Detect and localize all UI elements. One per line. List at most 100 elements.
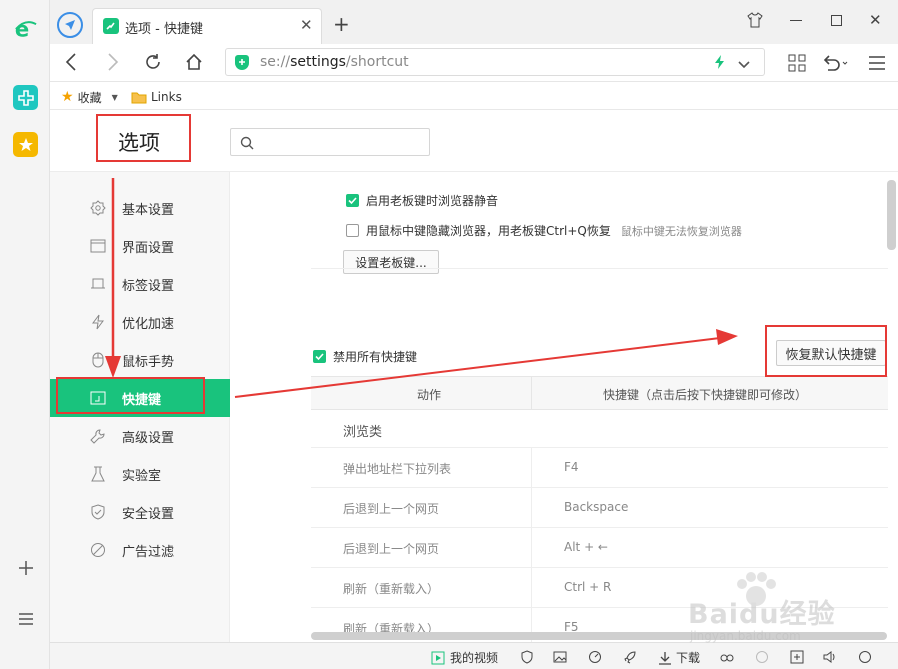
app-plus-icon[interactable] <box>13 85 38 110</box>
middle-click-hide-checkbox[interactable] <box>346 224 359 237</box>
menu-icon[interactable] <box>869 56 885 74</box>
folder-icon <box>131 92 147 103</box>
boss-mute-option[interactable]: 启用老板键时浏览器静音 <box>346 192 498 209</box>
my-video-button[interactable]: 我的视频 <box>431 649 498 666</box>
block-icon <box>91 543 105 557</box>
set-boss-key-button[interactable]: 设置老板键... <box>343 250 439 274</box>
sidebar-item-optimize[interactable]: 优化加速 <box>50 303 230 341</box>
row-shortcut-key[interactable]: Ctrl + R <box>564 580 611 594</box>
sidebar-item-security[interactable]: 安全设置 <box>50 493 230 531</box>
table-row[interactable]: 刷新（重新载入） Ctrl + R <box>311 568 888 608</box>
flask-icon <box>91 466 105 482</box>
sidebar-item-mouse-gesture[interactable]: 鼠标手势 <box>50 341 230 379</box>
address-url: se://settings/shortcut <box>260 54 409 70</box>
sidebar-item-label: 基本设置 <box>122 202 175 218</box>
speed-meter-icon[interactable] <box>588 650 602 664</box>
vertical-scrollbar[interactable] <box>887 180 896 250</box>
mouse-icon <box>92 352 104 368</box>
skin-shirt-icon[interactable] <box>747 12 763 32</box>
home-icon[interactable] <box>185 53 203 75</box>
table-row[interactable]: 后退到上一个网页 Backspace <box>311 488 888 528</box>
settings-search-input[interactable] <box>230 128 430 156</box>
window-icon <box>90 239 106 253</box>
annotation-box-shortcut <box>56 377 205 414</box>
cell-divider <box>531 568 532 608</box>
sidebar-item-label: 实验室 <box>122 468 162 484</box>
undo-icon[interactable] <box>822 54 848 76</box>
maximize-icon[interactable] <box>831 15 842 26</box>
svg-text:e: e <box>15 16 29 41</box>
disable-all-checkbox[interactable] <box>313 350 326 363</box>
back-icon[interactable] <box>65 53 77 75</box>
row-shortcut-key[interactable]: F4 <box>564 460 579 474</box>
wrench-icon <box>90 429 105 444</box>
glasses-icon[interactable] <box>720 650 734 664</box>
boss-mute-label: 启用老板键时浏览器静音 <box>366 194 499 208</box>
star-icon: ★ <box>61 89 74 105</box>
add-icon[interactable] <box>13 555 38 580</box>
zoom-icon[interactable] <box>790 650 804 664</box>
shield-icon <box>91 504 105 520</box>
lightning-icon <box>92 314 104 330</box>
favorites-star-icon[interactable] <box>13 132 38 157</box>
table-header: 动作 快捷键（点击后按下快捷键即可修改） <box>311 376 888 410</box>
sidebar-item-tabs[interactable]: 标签设置 <box>50 265 230 303</box>
cell-divider <box>531 528 532 568</box>
volume-icon[interactable] <box>823 650 837 664</box>
tab-close-icon[interactable]: ✕ <box>300 16 313 34</box>
shield-status-icon[interactable] <box>520 650 534 664</box>
row-shortcut-key[interactable]: Alt + ← <box>564 540 608 554</box>
browser-logo-icon[interactable]: e <box>13 16 38 41</box>
middle-click-hide-label: 用鼠标中键隐藏浏览器，用老板键Ctrl+Q恢复 <box>366 224 611 238</box>
tab-settings[interactable]: 选项 - 快捷键 ✕ <box>92 8 322 44</box>
middle-click-hide-option[interactable]: 用鼠标中键隐藏浏览器，用老板键Ctrl+Q恢复 鼠标中键无法恢复浏览器 <box>346 222 742 239</box>
url-path: /shortcut <box>345 54 409 70</box>
video-play-icon <box>431 651 445 664</box>
section-divider <box>311 268 888 269</box>
sidebar-item-label: 标签设置 <box>122 278 175 294</box>
window-close-icon[interactable]: ✕ <box>869 11 882 29</box>
sidebar-item-interface[interactable]: 界面设置 <box>50 227 230 265</box>
links-label: Links <box>151 90 182 104</box>
status-bar: 我的视频 下载 <box>50 642 898 669</box>
url-host: settings <box>290 54 346 70</box>
image-icon[interactable] <box>553 650 567 664</box>
new-tab-icon[interactable]: + <box>333 12 350 36</box>
disable-all-option[interactable]: 禁用所有快捷键 <box>313 348 417 365</box>
sidebar-item-lab[interactable]: 实验室 <box>50 455 230 493</box>
horizontal-scrollbar[interactable] <box>311 632 887 640</box>
browser-e-icon[interactable] <box>755 650 769 664</box>
sidebar-item-label: 鼠标手势 <box>122 354 175 370</box>
sidebar-item-adblock[interactable]: 广告过滤 <box>50 531 230 569</box>
download-button[interactable]: 下载 <box>658 649 700 666</box>
speed-bolt-icon[interactable] <box>714 55 726 73</box>
row-action: 后退到上一个网页 <box>343 542 440 556</box>
favorites-dropdown-icon: ▼ <box>111 92 118 102</box>
list-icon[interactable] <box>13 606 38 631</box>
sidebar-item-basic[interactable]: 基本设置 <box>50 189 230 227</box>
address-bar[interactable]: se://settings/shortcut <box>225 48 765 76</box>
boss-mute-checkbox[interactable] <box>346 194 359 207</box>
address-dropdown-icon[interactable] <box>738 58 750 73</box>
column-shortcut-header: 快捷键（点击后按下快捷键即可修改） <box>603 388 808 402</box>
disable-all-label: 禁用所有快捷键 <box>333 350 418 364</box>
minimize-icon[interactable] <box>790 20 802 21</box>
left-toolbar: e <box>0 0 50 669</box>
favorites-menu[interactable]: ★ 收藏 ▼ <box>61 88 127 106</box>
grid-apps-icon[interactable] <box>788 54 806 76</box>
shortcut-settings-panel: 启用老板键时浏览器静音 用鼠标中键隐藏浏览器，用老板键Ctrl+Q恢复 鼠标中键… <box>231 172 898 642</box>
forward-icon[interactable] <box>107 53 119 75</box>
sidebar-item-advanced[interactable]: 高级设置 <box>50 417 230 455</box>
sidebar-item-label: 界面设置 <box>122 240 175 256</box>
annotation-box-restore <box>765 325 887 377</box>
gear-icon <box>90 200 106 216</box>
status-more-icon[interactable] <box>858 650 872 664</box>
sidebar-item-label: 优化加速 <box>122 316 175 332</box>
bookmark-links[interactable]: Links <box>131 88 182 106</box>
row-shortcut-key[interactable]: Backspace <box>564 500 628 514</box>
table-row[interactable]: 后退到上一个网页 Alt + ← <box>311 528 888 568</box>
refresh-icon[interactable] <box>144 53 162 75</box>
table-row[interactable]: 弹出地址栏下拉列表 F4 <box>311 448 888 488</box>
rocket-icon[interactable] <box>623 650 637 664</box>
navigation-compass-icon[interactable] <box>57 12 83 38</box>
